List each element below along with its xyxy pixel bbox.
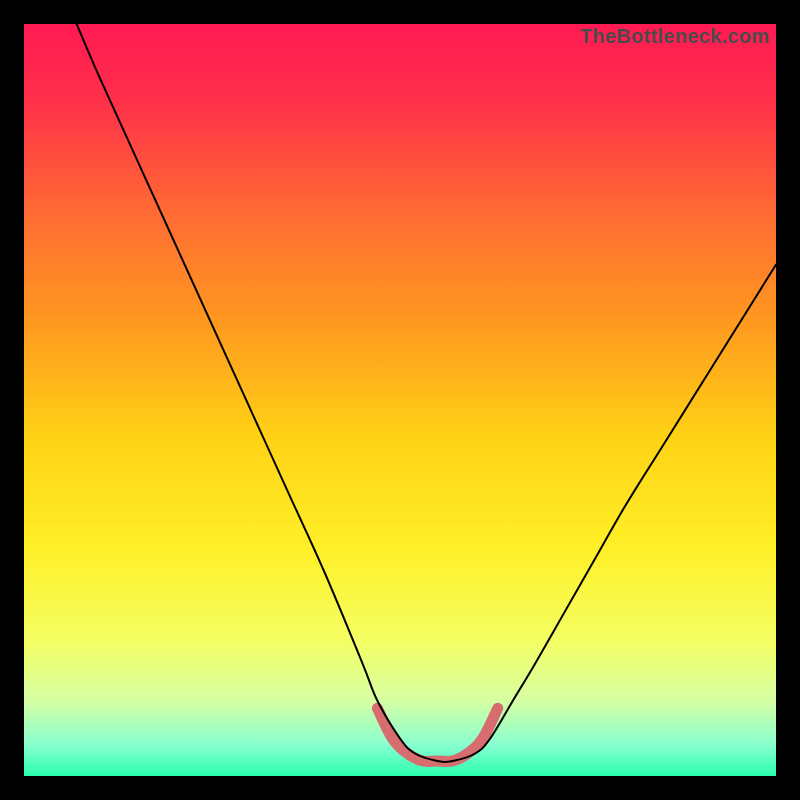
watermark-text: TheBottleneck.com — [580, 26, 770, 49]
bottleneck-chart: TheBottleneck.com — [0, 0, 800, 800]
plot-svg — [24, 24, 776, 776]
plot-area: TheBottleneck.com — [24, 24, 776, 776]
gradient-background — [24, 24, 776, 776]
